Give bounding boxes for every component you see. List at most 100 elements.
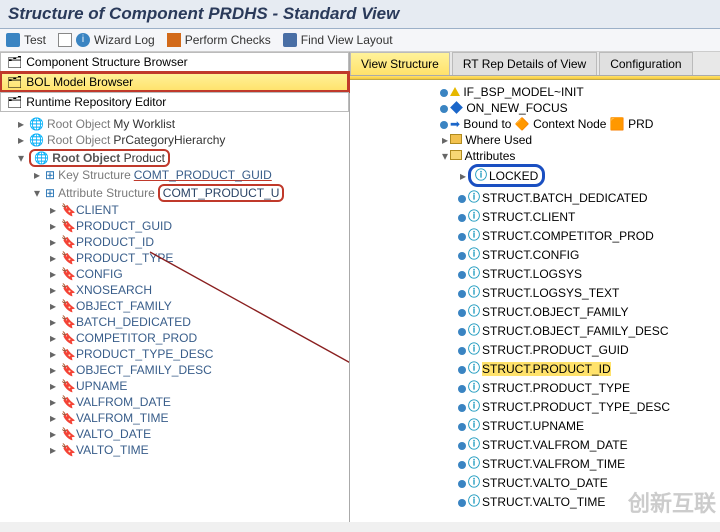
toolbar: Test i Wizard Log Perform Checks Find Vi… [0,29,720,52]
expand-icon[interactable]: ▸ [458,169,468,183]
tree-item-where-used[interactable]: ▸ Where Used [440,132,720,148]
tree-root-product[interactable]: ▾🌐 Root Object Product ▸⊞Key Structure C… [16,148,349,460]
struct-item[interactable]: ⓘSTRUCT.PRODUCT_GUID [458,340,720,359]
struct-item[interactable]: ⓘSTRUCT.VALFROM_DATE [458,435,720,454]
attr-item[interactable]: ▸🔖PRODUCT_ID [48,234,349,250]
attr-icon: ⓘ [475,166,489,183]
expand-icon[interactable]: ▸ [440,133,450,147]
struct-item[interactable]: ⓘSTRUCT.CONFIG [458,245,720,264]
bol-model-panel[interactable]: 🗂 BOL Model Browser [0,72,349,92]
struct-item[interactable]: ⓘSTRUCT.PRODUCT_ID [458,359,720,378]
struct-name: STRUCT.COMPETITOR_PROD [482,229,654,243]
tab-configuration[interactable]: Configuration [599,52,692,75]
test-icon [6,33,20,47]
struct-item[interactable]: ⓘSTRUCT.CLIENT [458,207,720,226]
expand-icon[interactable]: ▸ [16,117,26,131]
attr-icon: ⓘ [468,283,482,300]
struct-name: STRUCT.CLIENT [482,210,575,224]
expand-icon[interactable]: ▸ [48,235,58,249]
attr-structure[interactable]: ▾⊞Attribute Structure COMT_PRODUCT_U ▸🔖C… [32,183,349,459]
attr-item[interactable]: ▸🔖BATCH_DEDICATED [48,314,349,330]
attr-icon: ⓘ [468,435,482,452]
expand-icon[interactable]: ▸ [48,347,58,361]
attr-item[interactable]: ▸🔖XNOSEARCH [48,282,349,298]
expand-icon[interactable]: ▸ [48,379,58,393]
struct-item[interactable]: ⓘSTRUCT.LOGSYS [458,264,720,283]
struct-item[interactable]: ⓘSTRUCT.VALFROM_TIME [458,454,720,473]
expand-icon[interactable]: ▸ [48,203,58,217]
struct-item[interactable]: ⓘSTRUCT.PRODUCT_TYPE_DESC [458,397,720,416]
tab-rt-rep[interactable]: RT Rep Details of View [452,52,597,75]
attr-item[interactable]: ▸🔖CLIENT [48,202,349,218]
perform-checks-label: Perform Checks [185,33,271,47]
attr-locked[interactable]: ▸ⓘLOCKED [458,163,720,188]
attr-item[interactable]: ▸🔖COMPETITOR_PROD [48,330,349,346]
expand-icon[interactable]: ▸ [48,411,58,425]
struct-item[interactable]: ⓘSTRUCT.PRODUCT_TYPE [458,378,720,397]
root-object-label: Root Object [47,117,110,131]
attr-item[interactable]: ▸🔖PRODUCT_GUID [48,218,349,234]
attr-item[interactable]: ▸🔖VALFROM_TIME [48,410,349,426]
find-view-layout-button[interactable]: Find View Layout [283,33,393,47]
struct-item[interactable]: ⓘSTRUCT.UPNAME [458,416,720,435]
expand-icon[interactable]: ▸ [48,331,58,345]
struct-item[interactable]: ⓘSTRUCT.VALTO_DATE [458,473,720,492]
expand-icon[interactable]: ▸ [48,251,58,265]
collapse-icon[interactable]: ▾ [16,151,26,165]
expand-icon[interactable]: ▸ [48,427,58,441]
struct-item[interactable]: ⓘSTRUCT.VALTO_TIME [458,492,720,511]
tree-item-attributes[interactable]: ▾ Attributes ▸ⓘLOCKED ⓘSTRUCT.BATCH_DEDI… [440,148,720,512]
tree-icon: 🗂 [7,75,22,89]
struct-name: STRUCT.OBJECT_FAMILY [482,305,628,319]
tree-root[interactable]: ▸🌐Root Object PrCategoryHierarchy [16,132,349,148]
tab-view-structure[interactable]: View Structure [350,52,450,75]
expand-icon[interactable]: ▸ [48,299,58,313]
attr-item[interactable]: ▸🔖VALFROM_DATE [48,394,349,410]
attr-icon: ⓘ [468,492,482,509]
bullet-icon [458,442,466,450]
left-tree: ▸🌐Root Object My Worklist ▸🌐Root Object … [0,112,349,522]
collapse-icon[interactable]: ▾ [440,149,450,163]
attr-icon: ⓘ [468,302,482,319]
attr-item[interactable]: ▸🔖PRODUCT_TYPE [48,250,349,266]
attr-item[interactable]: ▸🔖VALTO_DATE [48,426,349,442]
tree-item-focus[interactable]: ON_NEW_FOCUS [440,100,720,116]
struct-item[interactable]: ⓘSTRUCT.OBJECT_FAMILY_DESC [458,321,720,340]
expand-icon[interactable]: ▸ [32,168,42,182]
focus-label: ON_NEW_FOCUS [466,101,567,115]
struct-item[interactable]: ⓘSTRUCT.COMPETITOR_PROD [458,226,720,245]
wizard-log-button[interactable]: i Wizard Log [58,33,155,47]
attr-item[interactable]: ▸🔖UPNAME [48,378,349,394]
perform-checks-button[interactable]: Perform Checks [167,33,271,47]
runtime-repo-panel[interactable]: 🗂 Runtime Repository Editor [0,92,349,112]
test-button[interactable]: Test [6,33,46,47]
attr-item[interactable]: ▸🔖PRODUCT_TYPE_DESC [48,346,349,362]
expand-icon[interactable]: ▸ [48,315,58,329]
expand-icon[interactable]: ▸ [48,363,58,377]
tree-root[interactable]: ▸🌐Root Object My Worklist [16,116,349,132]
bullet-icon [458,195,466,203]
expand-icon[interactable]: ▸ [48,219,58,233]
expand-icon[interactable]: ▸ [48,283,58,297]
expand-icon[interactable]: ▸ [48,395,58,409]
struct-name: STRUCT.VALTO_TIME [482,495,605,509]
struct-item[interactable]: ⓘSTRUCT.LOGSYS_TEXT [458,283,720,302]
attr-icon: ⓘ [468,473,482,490]
struct-item[interactable]: ⓘSTRUCT.OBJECT_FAMILY [458,302,720,321]
attr-item[interactable]: ▸🔖VALTO_TIME [48,442,349,458]
key-structure[interactable]: ▸⊞Key Structure COMT_PRODUCT_GUID [32,167,349,183]
component-structure-panel[interactable]: 🗂 Component Structure Browser [0,52,349,72]
struct-item[interactable]: ⓘSTRUCT.BATCH_DEDICATED [458,188,720,207]
tag-icon: 🔖 [61,331,73,345]
tree-item-init[interactable]: IF_BSP_MODEL~INIT [440,84,720,100]
expand-icon[interactable]: ▸ [48,443,58,457]
attr-item[interactable]: ▸🔖CONFIG [48,266,349,282]
bullet-icon [458,366,466,374]
attr-item[interactable]: ▸🔖OBJECT_FAMILY [48,298,349,314]
struct-name: STRUCT.PRODUCT_GUID [482,343,629,357]
collapse-icon[interactable]: ▾ [32,186,42,200]
tree-item-bound[interactable]: ➡ Bound to 🔶 Context Node 🟧 PRD [440,116,720,132]
expand-icon[interactable]: ▸ [48,267,58,281]
expand-icon[interactable]: ▸ [16,133,26,147]
attr-item[interactable]: ▸🔖OBJECT_FAMILY_DESC [48,362,349,378]
